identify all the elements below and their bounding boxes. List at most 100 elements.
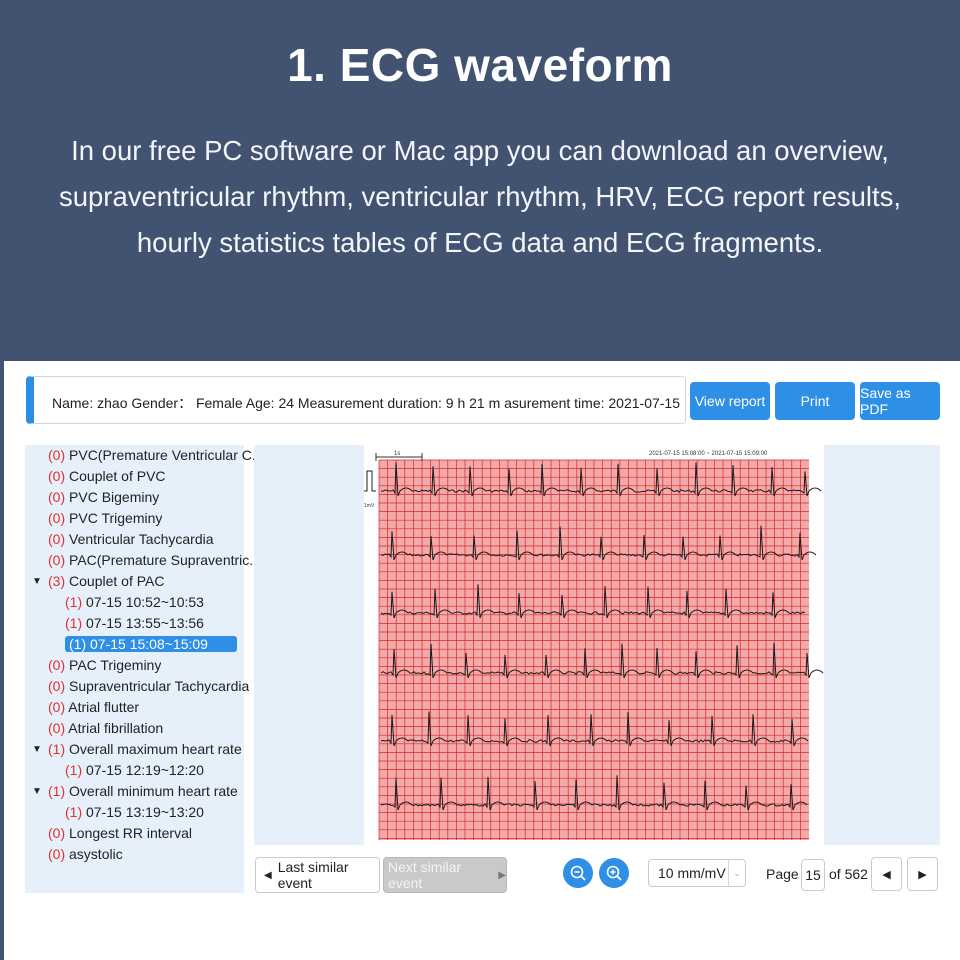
zoom-in-icon [606, 865, 622, 881]
zoom-out-button[interactable] [563, 858, 593, 888]
tree-row-text: (1) 07-15 13:19~13:20 [65, 804, 204, 820]
page-input[interactable]: 15 [801, 859, 825, 891]
event-count: (1) [65, 615, 83, 631]
ecg-waveform-svg: 1s 2021-07-15 15:08:00 ~ 2021-07-15 15:0… [364, 451, 824, 840]
print-button[interactable]: Print [775, 382, 855, 420]
event-count: (1) [48, 783, 66, 799]
event-label: 07-15 13:55~13:56 [82, 615, 204, 631]
tree-row-text: (0) PVC Trigeminy [48, 510, 162, 526]
tree-event-item[interactable]: (1) 07-15 15:08~15:09 [65, 636, 237, 656]
event-label: Ventricular Tachycardia [65, 531, 214, 547]
tree-event-item[interactable]: (1) 07-15 13:55~13:56 [65, 615, 204, 635]
event-label: 07-15 15:08~15:09 [86, 636, 208, 652]
description-line: hourly statistics tables of ECG data and… [136, 227, 824, 258]
event-count: (0) [48, 678, 66, 694]
tree-row-text: (0) Ventricular Tachycardia [48, 531, 214, 547]
caret-left-icon: ◀ [882, 868, 891, 881]
tree-category[interactable]: (0) Atrial fibrillation [48, 720, 163, 740]
next-similar-event-button[interactable]: Next similar event ▶ [383, 857, 507, 893]
save-as-pdf-button[interactable]: Save as PDF [860, 382, 940, 420]
tree-category[interactable]: ▼ (3) Couplet of PAC [32, 573, 164, 593]
view-report-button[interactable]: View report [690, 382, 770, 420]
caret-down-icon[interactable]: ▼ [32, 786, 42, 797]
next-page-button[interactable]: ▶ [907, 857, 938, 891]
tree-category[interactable]: (0) Couplet of PVC [48, 468, 166, 488]
tree-category[interactable]: (0) PVC Bigeminy [48, 489, 159, 509]
tree-category[interactable]: ▼ (1) Overall maximum heart rate [32, 741, 242, 761]
gain-select[interactable]: 10 mm/mV ⌄ [648, 859, 746, 887]
event-tree: (0) PVC(Premature Ventricular C... (0) Co… [25, 445, 264, 893]
event-count: (0) [48, 468, 66, 484]
patient-info-text: Name: zhao Gender： Female Age: 24 Measur… [52, 395, 682, 411]
scale-label: 1s [394, 451, 400, 457]
tree-row-text: (0) Longest RR interval [48, 825, 192, 841]
event-count: (0) [48, 720, 66, 736]
tree-row-text: (0) Supraventricular Tachycardia [48, 678, 249, 694]
zoom-in-button[interactable] [599, 858, 629, 888]
caret-left-icon: ◀ [264, 869, 272, 881]
event-count: (1) [65, 804, 83, 820]
tree-row-text: (0) Atrial flutter [48, 699, 139, 715]
event-count: (1) [69, 636, 87, 652]
tree-row-text: (1) Overall minimum heart rate [48, 783, 238, 799]
tree-category[interactable]: (0) Supraventricular Tachycardia [48, 678, 249, 698]
calibration-label: 1mV [364, 503, 375, 509]
caret-down-icon[interactable]: ▼ [32, 576, 42, 587]
next-similar-event-label: Next similar event [388, 859, 462, 891]
tree-event-item[interactable]: (1) 07-15 13:19~13:20 [65, 804, 204, 824]
tree-category[interactable]: (0) Atrial flutter [48, 699, 139, 719]
tree-category[interactable]: (0) PVC Trigeminy [48, 510, 162, 530]
tree-category[interactable]: (0) Longest RR interval [48, 825, 192, 845]
page-title: 1. ECG waveform [287, 39, 673, 91]
event-label: 07-15 13:19~13:20 [82, 804, 204, 820]
event-count: (0) [48, 447, 66, 463]
tree-row-text: (0) PAC(Premature Supraventric... [48, 552, 261, 568]
tree-category[interactable]: (0) PAC Trigeminy [48, 657, 161, 677]
ecg-strip: 1s 2021-07-15 15:08:00 ~ 2021-07-15 15:0… [364, 445, 824, 845]
tree-row-text: (0) PVC Bigeminy [48, 489, 159, 505]
event-label: PVC(Premature Ventricular C... [65, 447, 264, 463]
chevron-down-icon: ⌄ [728, 860, 745, 886]
tree-row-text: (3) Couplet of PAC [48, 573, 164, 589]
tree-event-item[interactable]: (1) 07-15 10:52~10:53 [65, 594, 204, 614]
event-label: PVC Trigeminy [65, 510, 163, 526]
last-similar-event-label: Last similar event [277, 859, 349, 891]
event-count: (0) [48, 657, 66, 673]
tree-category[interactable]: (0) PVC(Premature Ventricular C... [48, 447, 264, 467]
event-label: PAC Trigeminy [65, 657, 162, 673]
patient-info-bar: Name: zhao Gender： Female Age: 24 Measur… [26, 376, 686, 424]
event-label: PAC(Premature Supraventric... [65, 552, 261, 568]
ecg-viewer: 1s 2021-07-15 15:08:00 ~ 2021-07-15 15:0… [254, 445, 940, 845]
event-label: Atrial fibrillation [65, 720, 164, 736]
event-label: Longest RR interval [65, 825, 192, 841]
event-label: Overall maximum heart rate [65, 741, 242, 757]
tree-row-text: (1) 07-15 13:55~13:56 [65, 615, 204, 631]
header-banner: 1. ECG waveform In our free PC software … [0, 0, 960, 360]
tree-category[interactable]: (0) asystolic [48, 846, 123, 866]
tree-row-text: (1) Overall maximum heart rate [48, 741, 242, 757]
event-label: Supraventricular Tachycardia [65, 678, 250, 694]
caret-down-icon[interactable]: ▼ [32, 744, 42, 755]
zoom-out-icon [570, 865, 586, 881]
tree-row-text: (0) Atrial fibrillation [48, 720, 163, 736]
event-label: Couplet of PVC [65, 468, 166, 484]
prev-page-button[interactable]: ◀ [871, 857, 902, 891]
tree-category[interactable]: ▼ (1) Overall minimum heart rate [32, 783, 238, 803]
tree-category[interactable]: (0) PAC(Premature Supraventric... [48, 552, 261, 572]
event-label: 07-15 10:52~10:53 [82, 594, 204, 610]
event-count: (1) [48, 741, 66, 757]
event-count: (0) [48, 846, 66, 862]
description-line: supraventricular rhythm, ventricular rhy… [58, 181, 902, 212]
event-label: Couplet of PAC [65, 573, 165, 589]
tree-category[interactable]: (0) Ventricular Tachycardia [48, 531, 214, 551]
event-label: asystolic [65, 846, 123, 862]
event-label: 07-15 12:19~12:20 [82, 762, 204, 778]
last-similar-event-button[interactable]: ◀ Last similar event [255, 857, 380, 893]
event-count: (3) [48, 573, 66, 589]
caret-right-icon: ▶ [498, 869, 506, 881]
event-count: (0) [48, 510, 66, 526]
tree-row-text: (1) 07-15 12:19~12:20 [65, 762, 204, 778]
page-total: of 562 [829, 866, 868, 882]
tree-event-item[interactable]: (1) 07-15 12:19~12:20 [65, 762, 204, 782]
event-count: (0) [48, 531, 66, 547]
